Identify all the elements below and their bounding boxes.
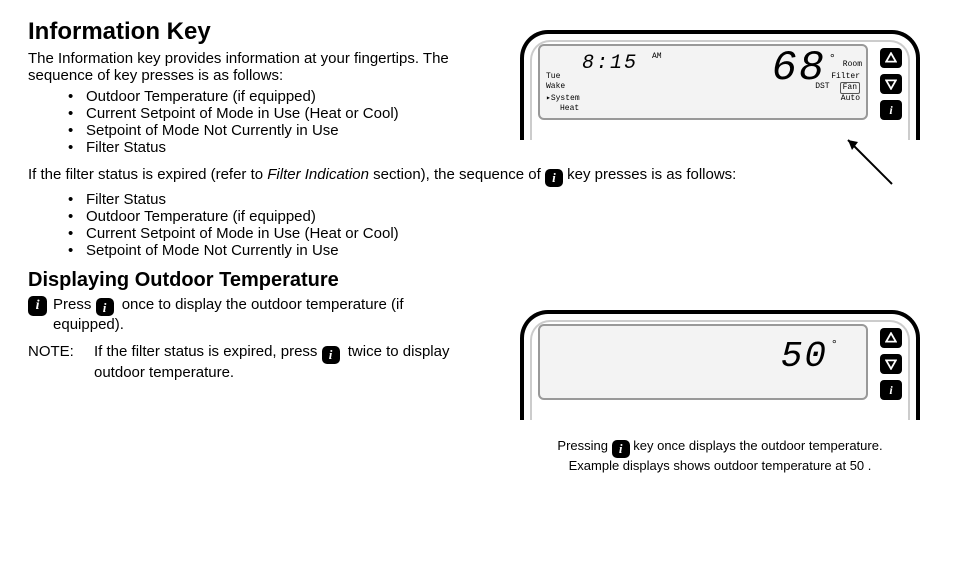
lcd-system: System [551, 94, 580, 103]
note-row: NOTE: If the filter status is expired, p… [28, 343, 458, 381]
info-button[interactable]: i [880, 100, 902, 120]
subsection-title: Displaying Outdoor Temperature [28, 269, 926, 292]
text: If the filter status is expired, press [94, 343, 322, 360]
info-icon: i [612, 440, 630, 458]
list-item: Current Setpoint of Mode in Use (Heat or… [68, 225, 926, 242]
info-icon: i [96, 298, 114, 316]
callout-arrow-icon [842, 136, 902, 186]
lcd-status-labels: Tue Filter Wake DST Fan ▸System Auto [546, 72, 860, 114]
text: Pressing [557, 438, 611, 453]
lcd-temperature: 50 [781, 336, 828, 377]
list-item: Setpoint of Mode Not Currently in Use [68, 242, 926, 259]
lcd-auto: Auto [841, 94, 860, 104]
lcd-wake: Wake [546, 82, 565, 94]
lcd-fan: Fan [840, 82, 860, 94]
thermostat-figure-2: 50 ° i Pressing i key once displays the … [520, 310, 920, 473]
up-button[interactable] [880, 48, 902, 68]
lcd-heat: Heat [560, 104, 579, 114]
filter-indication-ref: Filter Indication [267, 166, 369, 183]
up-button[interactable] [880, 328, 902, 348]
lcd-room-label: Room [843, 60, 862, 69]
thermostat-device: 50 ° i [520, 310, 920, 420]
down-button[interactable] [880, 354, 902, 374]
text: Press [53, 296, 96, 313]
intro-paragraph: The Information key provides information… [28, 50, 498, 84]
text: key once displays the outdoor temperatur… [633, 438, 882, 453]
thermostat-device: 8:15 AM 68 ° Room Tue Filter Wake DST Fa… [520, 30, 920, 140]
lcd-degree: ° [831, 338, 838, 352]
lcd-dst: DST [815, 82, 829, 94]
lcd-display: 8:15 AM 68 ° Room Tue Filter Wake DST Fa… [538, 44, 868, 120]
filter-expired-paragraph: If the filter status is expired (refer t… [28, 166, 926, 187]
info-button[interactable]: i [880, 380, 902, 400]
secondary-bullet-list: Filter Status Outdoor Temperature (if eq… [68, 191, 926, 259]
text: section), the sequence of [369, 166, 545, 183]
lcd-ampm: AM [652, 52, 662, 61]
lcd-day: Tue [546, 72, 560, 82]
text: If the filter status is expired (refer t… [28, 166, 267, 183]
button-column: i [880, 324, 902, 420]
down-button[interactable] [880, 74, 902, 94]
info-icon: i [322, 346, 340, 364]
info-icon: i [545, 169, 563, 187]
lcd-degree: ° [829, 52, 836, 66]
press-instruction-row: i Press i once to display the outdoor te… [28, 296, 458, 334]
thermostat-figure-1: 8:15 AM 68 ° Room Tue Filter Wake DST Fa… [520, 30, 920, 140]
text: Example displays shows outdoor temperatu… [520, 458, 920, 473]
note-text: If the filter status is expired, press i… [94, 343, 458, 381]
info-icon: i [28, 296, 47, 316]
list-item: Filter Status [68, 139, 926, 156]
press-instruction-text: Press i once to display the outdoor temp… [53, 296, 458, 334]
text: key presses is as follows: [567, 166, 736, 183]
lcd-filter: Filter [831, 72, 860, 82]
lcd-display: 50 ° [538, 324, 868, 400]
figure-caption: Pressing i key once displays the outdoor… [520, 438, 920, 473]
list-item: Filter Status [68, 191, 926, 208]
button-column: i [880, 44, 902, 140]
list-item: Outdoor Temperature (if equipped) [68, 208, 926, 225]
note-label: NOTE: [28, 343, 82, 381]
